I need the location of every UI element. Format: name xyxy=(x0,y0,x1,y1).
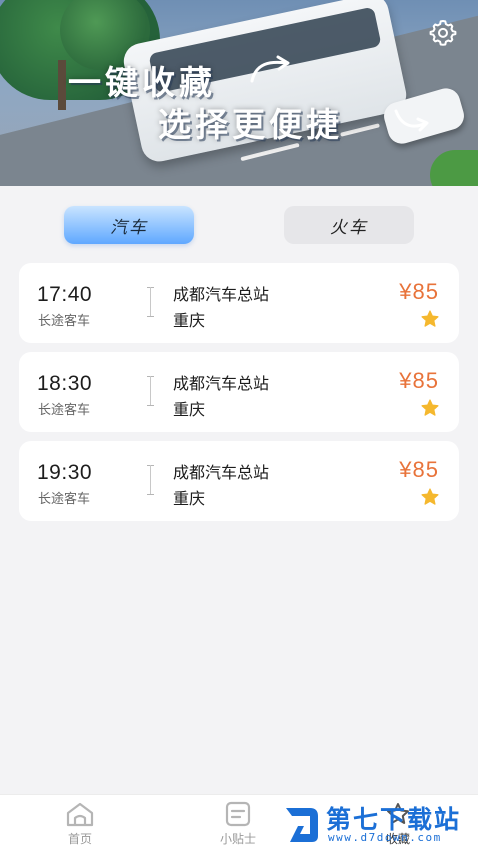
nav-tips-label: 小贴士 xyxy=(219,832,256,846)
trip-card[interactable]: 18:30 长途客车 成都汽车总站 重庆 ¥85 xyxy=(19,352,459,432)
tab-bus[interactable]: 汽车 xyxy=(64,206,194,244)
curved-arrow-icon xyxy=(394,109,429,132)
ticket-price: ¥85 xyxy=(399,457,439,482)
home-icon xyxy=(66,802,94,827)
route-line-cap xyxy=(147,316,154,317)
route-line xyxy=(150,465,151,495)
ticket-price: ¥85 xyxy=(399,279,439,304)
gear-icon xyxy=(429,20,457,46)
route-line xyxy=(150,287,151,317)
watermark: 第七下载站 www.d7down.com xyxy=(282,798,478,850)
bus-type: 长途客车 xyxy=(38,403,91,418)
star-icon[interactable] xyxy=(420,487,440,507)
arrival-city: 重庆 xyxy=(173,311,206,330)
bus-type: 长途客车 xyxy=(38,314,91,329)
nav-home-label: 首页 xyxy=(67,832,92,846)
banner-title-line1: 一键收藏 xyxy=(68,63,216,102)
route-line-cap xyxy=(147,405,154,406)
departure-time: 19:30 xyxy=(37,461,93,484)
watermark-logo-icon xyxy=(286,808,318,842)
curved-arrow-icon xyxy=(250,55,290,83)
settings-button[interactable] xyxy=(428,18,458,48)
trip-card[interactable]: 17:40 长途客车 成都汽车总站 重庆 ¥85 xyxy=(19,263,459,343)
header-banner: 一键收藏 选择更便捷 xyxy=(0,0,478,186)
route-line xyxy=(150,376,151,406)
star-icon[interactable] xyxy=(420,309,440,329)
watermark-url: www.d7down.com xyxy=(328,831,442,844)
star-icon[interactable] xyxy=(420,398,440,418)
departure-station: 成都汽车总站 xyxy=(173,374,270,393)
trip-card[interactable]: 19:30 长途客车 成都汽车总站 重庆 ¥85 xyxy=(19,441,459,521)
transport-tabs: 汽车 火车 xyxy=(0,206,478,246)
bus-type: 长途客车 xyxy=(38,492,91,507)
nav-tips[interactable]: 小贴士 xyxy=(208,801,268,847)
main-content: 汽车 火车 17:40 长途客车 成都汽车总站 重庆 ¥85 18:30 长途客… xyxy=(0,186,478,794)
ticket-price: ¥85 xyxy=(399,368,439,393)
banner-title-line2: 选择更便捷 xyxy=(158,105,343,144)
note-icon xyxy=(225,801,251,827)
departure-time: 17:40 xyxy=(37,283,93,306)
banner-tree-trunk xyxy=(58,60,66,110)
nav-home[interactable]: 首页 xyxy=(50,801,110,847)
arrival-city: 重庆 xyxy=(173,400,206,419)
departure-station: 成都汽车总站 xyxy=(173,463,270,482)
arrival-city: 重庆 xyxy=(173,489,206,508)
tab-train[interactable]: 火车 xyxy=(284,206,414,244)
route-line-cap xyxy=(147,494,154,495)
departure-time: 18:30 xyxy=(37,372,93,395)
departure-station: 成都汽车总站 xyxy=(173,285,270,304)
